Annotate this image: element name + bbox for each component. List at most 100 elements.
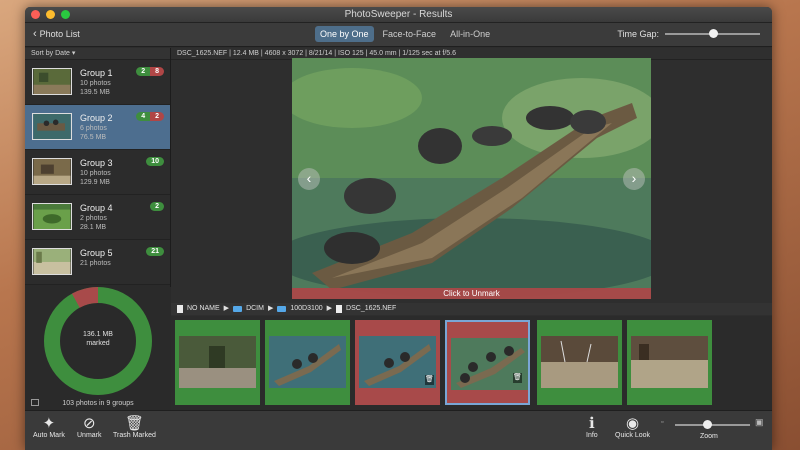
group-thumbnail xyxy=(32,203,72,230)
mode-one-by-one[interactable]: One by One xyxy=(315,26,374,42)
zoom-slider-knob[interactable] xyxy=(703,420,712,429)
chevron-left-icon: ‹ xyxy=(33,28,37,40)
group-mark-badges: 4 2 xyxy=(136,112,164,121)
top-toolbar: ‹ Photo List One by One Face-to-Face All… xyxy=(25,23,772,47)
photo-viewer[interactable]: ‹ › Click to Unmark xyxy=(292,58,651,299)
group-photo-count: 6 photos xyxy=(80,125,107,132)
keep-count-badge: 2 xyxy=(136,67,151,76)
time-gap-slider-knob[interactable] xyxy=(708,29,718,38)
donut-center-text: 136.1 MB marked xyxy=(25,330,171,348)
time-gap-control: Time Gap: xyxy=(617,29,760,39)
thumb-image xyxy=(631,336,708,388)
filmstrip-thumb-5[interactable] xyxy=(537,320,622,405)
group-item-2[interactable]: Group 2 6 photos 76.5 MB 4 2 xyxy=(25,105,170,150)
group-size: 28.1 MB xyxy=(80,224,107,231)
group-photo-count: 21 photos xyxy=(80,260,111,267)
keep-count-badge: 21 xyxy=(146,247,164,256)
group-size: 76.5 MB xyxy=(80,134,107,141)
back-to-photo-list-button[interactable]: ‹ Photo List xyxy=(33,28,80,40)
time-gap-slider[interactable] xyxy=(665,29,760,38)
marked-summary: 136.1 MB marked 103 photos in 9 groups xyxy=(25,287,171,410)
quick-look-label: Quick Look xyxy=(615,432,651,439)
filmstrip-thumb-2[interactable] xyxy=(265,320,350,405)
group-item-3[interactable]: Group 3 10 photos 129.9 MB 10 xyxy=(25,150,170,195)
window-title: PhotoSweeper - Results xyxy=(344,9,453,20)
folder-icon xyxy=(233,306,243,312)
previous-photo-button[interactable]: ‹ xyxy=(298,168,320,190)
trash-marked-label: Trash Marked xyxy=(113,432,156,439)
group-name: Group 3 xyxy=(80,158,113,168)
quick-look-button[interactable]: ◉ Quick Look xyxy=(615,415,650,439)
group-item-4[interactable]: Group 4 2 photos 28.1 MB 2 xyxy=(25,195,170,240)
filmstrip-thumb-3[interactable]: 🗑 xyxy=(355,320,440,405)
auto-mark-label: Auto Mark xyxy=(33,432,65,439)
back-label: Photo List xyxy=(39,29,80,39)
time-gap-label: Time Gap: xyxy=(617,29,659,39)
title-bar: PhotoSweeper - Results xyxy=(25,7,772,23)
filmstrip-thumb-6[interactable] xyxy=(627,320,712,405)
mode-face-to-face[interactable]: Face-to-Face xyxy=(378,26,442,42)
close-button[interactable] xyxy=(31,10,40,19)
unmark-label: Unmark xyxy=(77,432,102,439)
group-item-5[interactable]: Group 5 21 photos 21 xyxy=(25,240,170,285)
minimize-button[interactable] xyxy=(46,10,55,19)
group-name: Group 2 xyxy=(80,113,113,123)
filmstrip: 🗑 🗑 xyxy=(171,316,772,410)
zoom-window-button[interactable] xyxy=(61,10,70,19)
zoom-in-icon[interactable]: ▣ xyxy=(755,417,764,428)
filmstrip-thumb-1[interactable] xyxy=(175,320,260,405)
zoom-out-icon[interactable]: ▫ xyxy=(661,419,663,426)
group-mark-badges: 21 xyxy=(146,247,164,256)
sort-label: Sort by Date xyxy=(31,50,70,57)
marked-count-badge: 2 xyxy=(150,112,164,121)
group-mark-badges: 2 8 xyxy=(136,67,164,76)
marked-label: marked xyxy=(86,340,110,347)
group-item-1[interactable]: Group 1 10 photos 139.5 MB 2 8 xyxy=(25,60,170,105)
thumb-image xyxy=(269,336,346,388)
info-label: Info xyxy=(586,432,598,439)
trash-icon: 🗑 xyxy=(124,415,144,432)
filmstrip-thumb-4-selected[interactable]: 🗑 xyxy=(445,320,530,405)
unmark-button[interactable]: ⊘ Unmark xyxy=(77,415,102,439)
group-photo-count: 2 photos xyxy=(80,215,107,222)
breadcrumb-file[interactable]: DSC_1625.NEF xyxy=(346,303,396,315)
group-thumbnail xyxy=(32,68,72,95)
main-photo xyxy=(292,58,651,299)
magic-wand-icon: ✦ xyxy=(42,415,56,432)
next-photo-button[interactable]: › xyxy=(623,168,645,190)
breadcrumb-folder-100d3100[interactable]: 100D3100 xyxy=(290,303,322,315)
folder-icon xyxy=(277,306,287,312)
group-photo-count: 10 photos xyxy=(80,170,111,177)
photo-count-summary: 103 photos in 9 groups xyxy=(62,400,134,407)
group-sidebar: Sort by Date ▾ Group 1 10 photos 139.5 M… xyxy=(25,48,171,410)
bottom-toolbar: ✦ Auto Mark ⊘ Unmark 🗑 Trash Marked ℹ In… xyxy=(25,410,772,450)
marked-count-badge: 8 xyxy=(150,67,164,76)
zoom-label: Zoom xyxy=(700,433,718,440)
file-path-breadcrumb: NO NAME ▶ DCIM ▶ 100D3100 ▶ DSC_1625.NEF xyxy=(171,303,772,315)
group-photo-count: 10 photos xyxy=(80,80,111,87)
eye-icon: ◉ xyxy=(625,415,640,432)
group-thumbnail xyxy=(32,248,72,275)
group-mark-badges: 10 xyxy=(146,157,164,166)
window-controls xyxy=(31,10,70,19)
auto-mark-button[interactable]: ✦ Auto Mark xyxy=(33,415,65,439)
mode-all-in-one[interactable]: All-in-One xyxy=(445,26,495,42)
click-to-unmark-bar[interactable]: Click to Unmark xyxy=(292,288,651,299)
group-size: 129.9 MB xyxy=(80,179,110,186)
group-size: 139.5 MB xyxy=(80,89,110,96)
info-icon: ℹ xyxy=(588,415,595,432)
breadcrumb-folder-dcim[interactable]: DCIM xyxy=(246,303,264,315)
trash-icon[interactable]: 🗑 xyxy=(425,375,434,385)
trash-icon[interactable]: 🗑 xyxy=(513,373,522,383)
trash-marked-button[interactable]: 🗑 Trash Marked xyxy=(113,415,156,439)
thumb-image xyxy=(541,336,618,388)
unmark-icon: ⊘ xyxy=(82,415,96,432)
sort-dropdown[interactable]: Sort by Date ▾ xyxy=(25,48,170,60)
breadcrumb-drive[interactable]: NO NAME xyxy=(187,303,220,315)
zoom-slider[interactable] xyxy=(675,420,750,429)
app-window: PhotoSweeper - Results ‹ Photo List One … xyxy=(25,7,772,450)
info-button[interactable]: ℹ Info xyxy=(586,415,598,439)
view-mode-segmented-control: One by One Face-to-Face All-in-One xyxy=(315,26,495,42)
keep-count-badge: 2 xyxy=(150,202,164,211)
group-name: Group 1 xyxy=(80,68,113,78)
